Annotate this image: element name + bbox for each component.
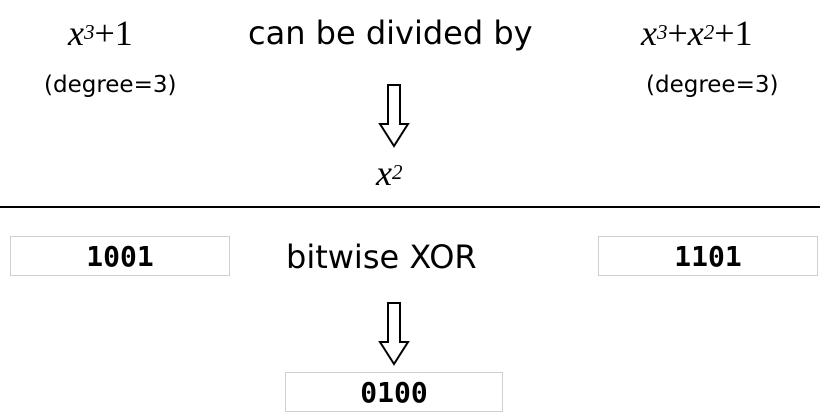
left-poly-base: x [68, 13, 84, 53]
right-polynomial: x3+x2+1 [641, 12, 753, 54]
right-poly-exp2: 2 [703, 20, 715, 44]
right-degree-label: (degree=3) [646, 72, 779, 98]
result-base: x [376, 153, 392, 193]
relation-label: can be divided by [248, 14, 533, 52]
divider-line [0, 206, 820, 208]
left-bits-box: 1001 [10, 236, 230, 276]
left-degree-label: (degree=3) [44, 72, 177, 98]
down-arrow-icon [378, 302, 410, 366]
left-poly-rest: +1 [94, 13, 133, 53]
result-bits-box: 0100 [285, 372, 503, 412]
right-poly-term1: x [641, 13, 657, 53]
right-poly-op1: + [667, 13, 688, 53]
right-poly-exp1: 3 [656, 20, 668, 44]
division-result: x2 [376, 152, 402, 194]
result-exponent: 2 [391, 160, 403, 184]
right-poly-term2: x [687, 13, 704, 53]
right-poly-rest: +1 [714, 13, 753, 53]
right-bits-box: 1101 [598, 236, 818, 276]
left-polynomial: x3+1 [68, 12, 133, 54]
down-arrow-icon [378, 84, 410, 148]
operation-label: bitwise XOR [286, 238, 477, 276]
left-poly-exponent: 3 [83, 20, 95, 44]
